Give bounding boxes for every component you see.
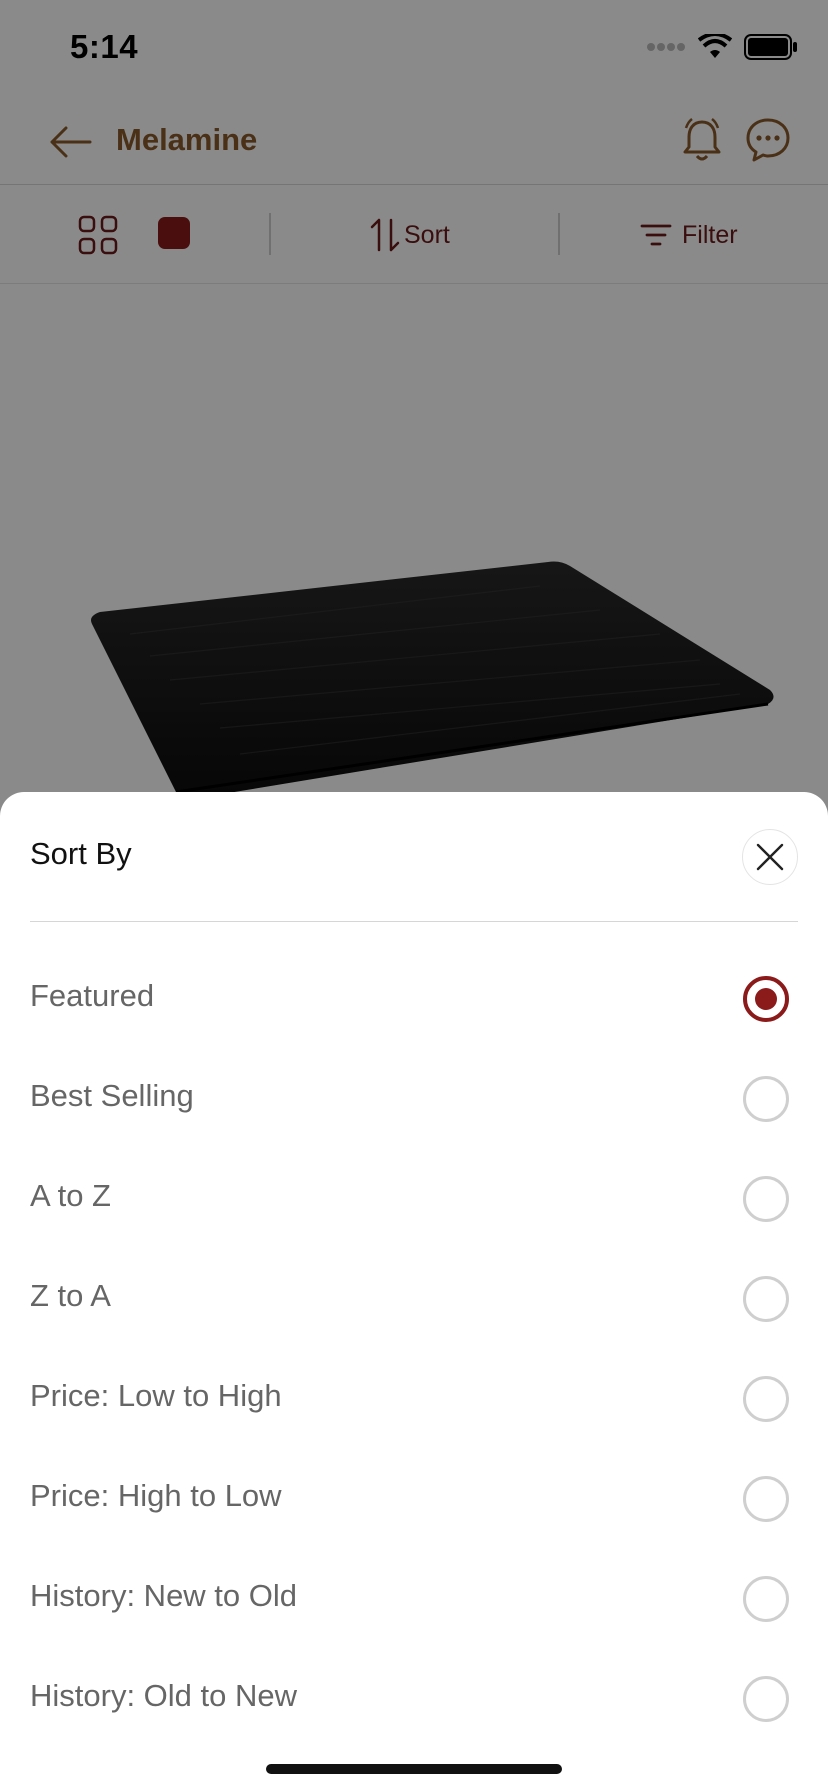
radio-unselected[interactable]	[743, 1176, 789, 1222]
close-button[interactable]	[742, 829, 798, 885]
close-icon	[756, 843, 784, 871]
option-label: Price: High to Low	[30, 1478, 282, 1513]
radio-unselected[interactable]	[743, 1376, 789, 1422]
radio-unselected[interactable]	[743, 1476, 789, 1522]
option-label: Price: Low to High	[30, 1378, 282, 1413]
sheet-divider	[30, 921, 798, 922]
option-label: Z to A	[30, 1278, 111, 1313]
sort-option-best-selling[interactable]: Best Selling	[0, 1052, 828, 1152]
option-label: History: New to Old	[30, 1578, 298, 1613]
sort-option-z-to-a[interactable]: Z to A	[0, 1252, 828, 1352]
app-screen: 5:14 Melamine Sort Filter Sort By Featur…	[0, 0, 828, 1792]
option-label: Featured	[30, 978, 155, 1013]
sort-option-a-to-z[interactable]: A to Z	[0, 1152, 828, 1252]
radio-selected[interactable]	[743, 976, 789, 1022]
sort-option-history-new-old[interactable]: History: New to Old	[0, 1552, 828, 1652]
option-label: History: Old to New	[30, 1678, 298, 1713]
option-label: Best Selling	[30, 1078, 194, 1113]
sort-bottom-sheet: Sort By Featured Best Selling A to Z Z t…	[0, 792, 828, 1792]
sheet-title: Sort By	[30, 836, 132, 871]
sort-option-price-low-high[interactable]: Price: Low to High	[0, 1352, 828, 1452]
option-label: A to Z	[30, 1178, 111, 1213]
radio-unselected[interactable]	[743, 1076, 789, 1122]
sort-option-featured[interactable]: Featured	[0, 952, 828, 1052]
home-indicator[interactable]	[266, 1764, 562, 1774]
sort-options: Featured Best Selling A to Z Z to A Pric…	[0, 952, 828, 1752]
radio-unselected[interactable]	[743, 1276, 789, 1322]
radio-unselected[interactable]	[743, 1576, 789, 1622]
radio-unselected[interactable]	[743, 1676, 789, 1722]
sort-option-history-old-new[interactable]: History: Old to New	[0, 1652, 828, 1752]
sort-option-price-high-low[interactable]: Price: High to Low	[0, 1452, 828, 1552]
